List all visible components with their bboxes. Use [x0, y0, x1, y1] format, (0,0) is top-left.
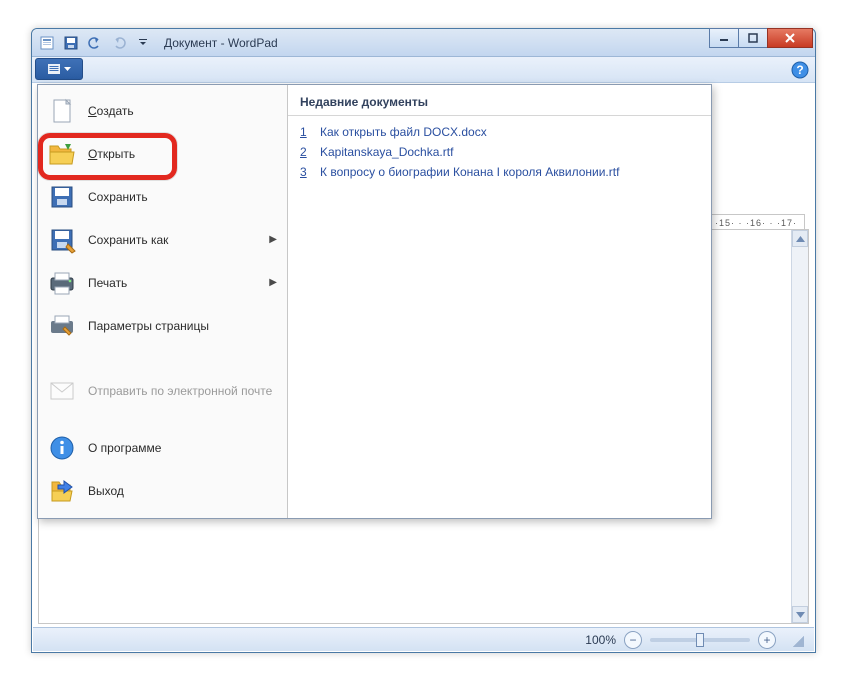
save-icon — [46, 181, 78, 213]
titlebar: Документ - WordPad — [32, 29, 815, 57]
menu-item-exit[interactable]: Выход — [38, 469, 287, 512]
menu-item-label: Печать — [88, 276, 259, 290]
recent-item-name: К вопросу о биографии Конана I короля Ак… — [320, 165, 619, 179]
minimize-button[interactable] — [709, 28, 739, 48]
zoom-out-button[interactable]: − — [624, 631, 642, 649]
window-title: Документ - WordPad — [164, 36, 278, 50]
recent-item-number: 1 — [300, 125, 310, 139]
recent-documents-panel: Недавние документы 1 Как открыть файл DOC… — [288, 85, 711, 518]
recent-document-item[interactable]: 2 Kapitanskaya_Dochka.rtf — [298, 142, 701, 162]
file-tab-icon — [47, 63, 61, 75]
menu-item-print[interactable]: Печать ▶ — [38, 261, 287, 304]
menu-item-label: Создать — [88, 104, 277, 118]
ribbon: ? — [32, 57, 815, 83]
file-menu-commands: СоздатьОткрытьСохранитьСохранить как▶Печ… — [38, 85, 288, 518]
resize-grip[interactable] — [790, 633, 804, 647]
zoom-slider-thumb[interactable] — [696, 633, 704, 647]
zoom-in-button[interactable]: + — [758, 631, 776, 649]
email-icon — [46, 375, 78, 407]
menu-item-new-doc[interactable]: Создать — [38, 89, 287, 132]
window-controls — [710, 28, 813, 48]
chevron-down-icon — [64, 67, 71, 72]
menu-item-label: Сохранить — [88, 190, 277, 204]
statusbar: 100% − + — [33, 627, 814, 651]
page-setup-icon — [46, 310, 78, 342]
open-folder-icon — [46, 138, 78, 170]
recent-document-item[interactable]: 1 Как открыть файл DOCX.docx — [298, 122, 701, 142]
qat-customize-button[interactable] — [132, 32, 154, 54]
menu-item-label: О программе — [88, 441, 277, 455]
menu-item-open-folder[interactable]: Открыть — [38, 132, 287, 175]
recent-documents-list: 1 Как открыть файл DOCX.docx 2 Kapitanskaya… — [288, 116, 711, 188]
help-button[interactable]: ? — [791, 61, 809, 79]
recent-item-name: Как открыть файл DOCX.docx — [320, 125, 487, 139]
menu-item-label: Выход — [88, 484, 277, 498]
zoom-slider[interactable] — [650, 638, 750, 642]
new-doc-icon — [46, 95, 78, 127]
menu-item-page-setup[interactable]: Параметры страницы — [38, 304, 287, 347]
file-tab[interactable] — [35, 58, 83, 80]
maximize-button[interactable] — [738, 28, 768, 48]
recent-item-number: 3 — [300, 165, 310, 179]
scroll-up-button[interactable] — [792, 230, 808, 247]
menu-item-about[interactable]: О программе — [38, 426, 287, 469]
app-window: Документ - WordPad ? ·15· · ·16· · ·17· … — [31, 28, 816, 653]
menu-item-label: Сохранить как — [88, 233, 259, 247]
zoom-level: 100% — [585, 633, 616, 647]
quick-access-toolbar — [36, 32, 154, 54]
app-icon[interactable] — [36, 32, 58, 54]
menu-item-label: Отправить по электронной почте — [88, 384, 277, 398]
recent-item-name: Kapitanskaya_Dochka.rtf — [320, 145, 453, 159]
menu-item-email: Отправить по электронной почте — [38, 369, 287, 412]
menu-item-save[interactable]: Сохранить — [38, 175, 287, 218]
close-button[interactable] — [767, 28, 813, 48]
menu-item-save-as[interactable]: Сохранить как ▶ — [38, 218, 287, 261]
qat-redo-button[interactable] — [108, 32, 130, 54]
about-icon — [46, 432, 78, 464]
menu-item-label: Параметры страницы — [88, 319, 277, 333]
recent-item-number: 2 — [300, 145, 310, 159]
svg-text:?: ? — [796, 63, 803, 77]
recent-document-item[interactable]: 3 К вопросу о биографии Конана I короля А… — [298, 162, 701, 182]
menu-item-label: Открыть — [88, 147, 277, 161]
chevron-right-icon: ▶ — [269, 277, 277, 288]
vertical-scrollbar[interactable] — [791, 230, 808, 623]
qat-save-button[interactable] — [60, 32, 82, 54]
save-as-icon — [46, 224, 78, 256]
print-icon — [46, 267, 78, 299]
file-menu: СоздатьОткрытьСохранитьСохранить как▶Печ… — [37, 84, 712, 519]
recent-documents-header: Недавние документы — [288, 85, 711, 116]
qat-undo-button[interactable] — [84, 32, 106, 54]
scroll-track[interactable] — [792, 247, 808, 606]
scroll-down-button[interactable] — [792, 606, 808, 623]
exit-icon — [46, 475, 78, 507]
chevron-right-icon: ▶ — [269, 234, 277, 245]
